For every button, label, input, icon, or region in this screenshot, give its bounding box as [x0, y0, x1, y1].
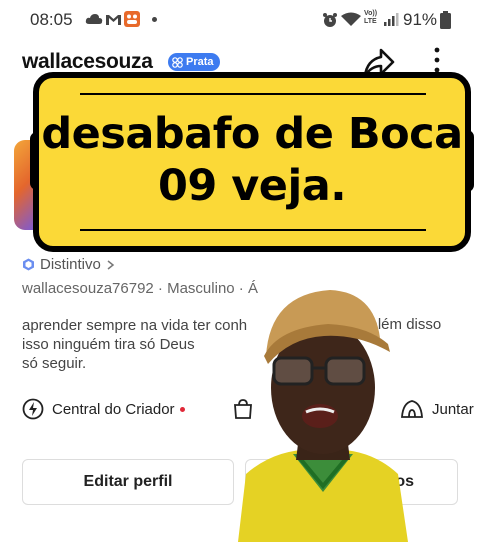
join-link[interactable]: Juntar [400, 398, 474, 420]
caption-line-2: 09 veja. [157, 161, 347, 211]
notification-dot [152, 17, 157, 22]
edit-profile-button[interactable]: Editar perfil [22, 459, 234, 505]
wifi-icon [341, 12, 361, 26]
banner-caption: desabafo de Boca 09 veja. [38, 108, 466, 212]
join-label: Juntar [432, 400, 474, 418]
notification-dot [179, 406, 185, 412]
battery-percentage: 91% [403, 10, 438, 29]
status-time: 08:05 [30, 10, 73, 29]
bolt-icon [22, 398, 44, 420]
banner-top-line [80, 93, 426, 95]
shield-icon [23, 258, 34, 271]
distintivo-label: Distintivo [40, 256, 101, 273]
alarm-icon [323, 13, 337, 27]
profile-meta: wallacesouza76792 · Masculino · Á [22, 280, 258, 297]
battery-icon [440, 11, 451, 29]
level-badge[interactable]: Prata [168, 53, 220, 71]
signal-icon [384, 13, 399, 26]
banner-bottom-line [80, 229, 426, 231]
chevron-right-icon [107, 259, 115, 270]
app-icon [124, 11, 140, 27]
profile-username[interactable]: wallacesouza [22, 50, 153, 74]
gmail-icon [106, 15, 121, 25]
person-video-overlay [238, 290, 408, 542]
volte-icon: Vo)) LTE [364, 10, 378, 25]
creator-center-link[interactable]: Central do Criador [22, 398, 185, 420]
distintivo-link[interactable]: Distintivo [22, 256, 115, 273]
badge-label: Prata [186, 56, 214, 68]
badge-icon [172, 56, 183, 68]
creator-center-label: Central do Criador [52, 400, 175, 418]
cloud-icon [85, 14, 103, 24]
caption-line-1: desabafo de Boca [41, 109, 463, 159]
more-options-icon[interactable] [430, 46, 444, 74]
